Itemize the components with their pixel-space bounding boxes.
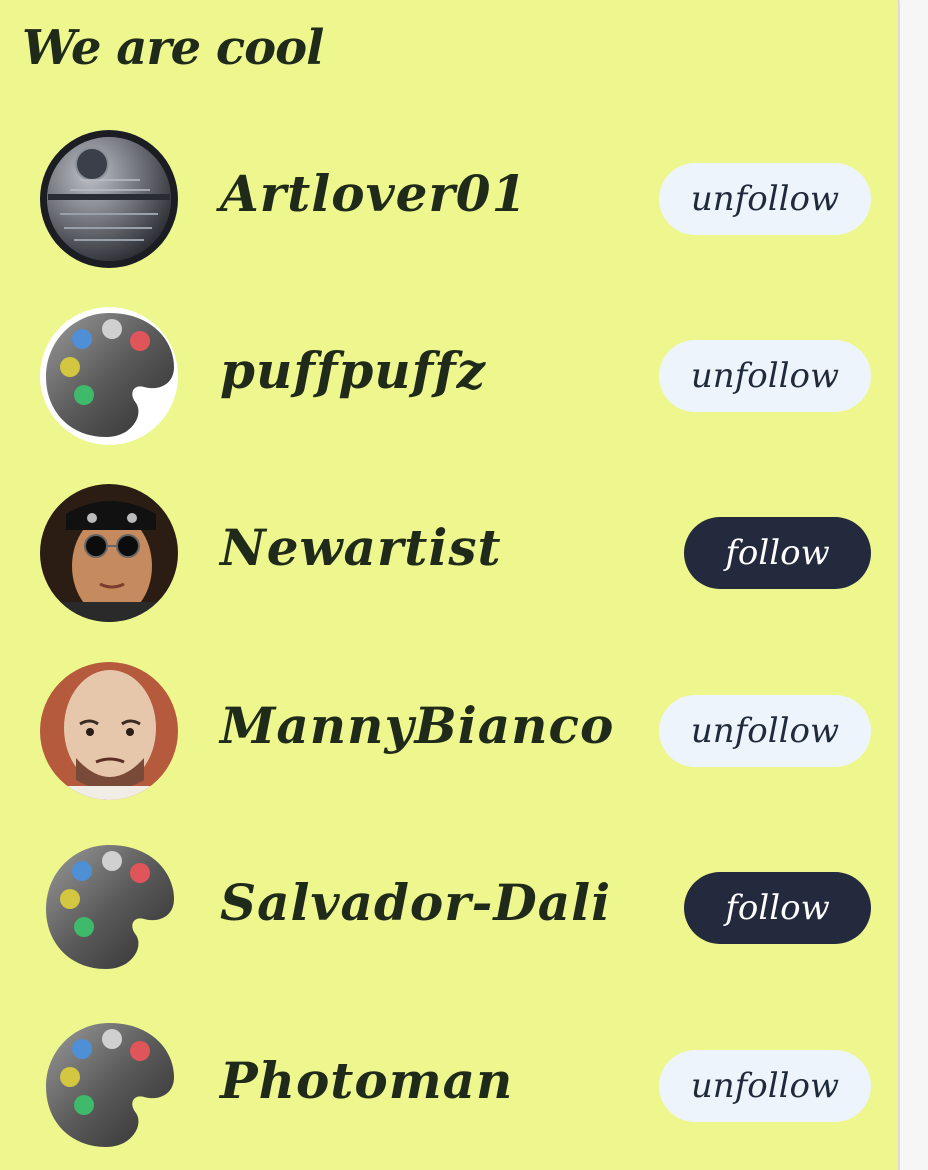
username[interactable]: Salvador-Dali — [220, 873, 611, 932]
unfollow-button[interactable]: unfollow — [659, 340, 871, 412]
death-star-avatar[interactable] — [40, 130, 178, 268]
username[interactable]: Newartist — [220, 518, 502, 577]
bald-man-avatar[interactable] — [40, 662, 178, 800]
palette-avatar[interactable] — [40, 1017, 178, 1155]
list-item: Newartist follow — [0, 484, 900, 624]
palette-avatar[interactable] — [40, 839, 178, 977]
username[interactable]: MannyBianco — [220, 696, 614, 755]
unfollow-button[interactable]: unfollow — [659, 1050, 871, 1122]
man-sunglasses-avatar[interactable] — [40, 484, 178, 622]
follow-button[interactable]: follow — [684, 872, 871, 944]
username[interactable]: Photoman — [220, 1051, 513, 1110]
list-item: Photoman unfollow — [0, 1017, 900, 1157]
follow-panel: We are cool Artlover01 unfollow puffpuff… — [0, 0, 900, 1170]
unfollow-button[interactable]: unfollow — [659, 695, 871, 767]
list-item: Salvador-Dali follow — [0, 839, 900, 979]
palette-avatar[interactable] — [40, 307, 178, 445]
follow-button[interactable]: follow — [684, 517, 871, 589]
list-item: puffpuffz unfollow — [0, 307, 900, 447]
panel-title: We are cool — [22, 20, 324, 76]
username[interactable]: puffpuffz — [220, 341, 486, 400]
list-item: Artlover01 unfollow — [0, 130, 900, 270]
username[interactable]: Artlover01 — [220, 164, 527, 223]
unfollow-button[interactable]: unfollow — [659, 163, 871, 235]
list-item: MannyBianco unfollow — [0, 662, 900, 802]
